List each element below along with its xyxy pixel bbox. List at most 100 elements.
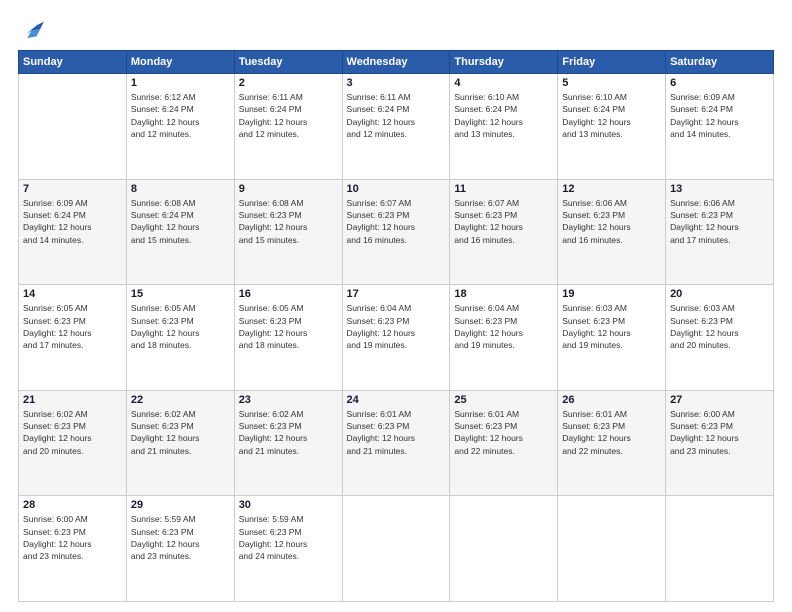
day-number: 13 xyxy=(670,183,769,195)
day-info: Sunrise: 6:04 AMSunset: 6:23 PMDaylight:… xyxy=(347,302,446,351)
day-info: Sunrise: 6:07 AMSunset: 6:23 PMDaylight:… xyxy=(347,197,446,246)
day-info: Sunrise: 6:10 AMSunset: 6:24 PMDaylight:… xyxy=(562,91,661,140)
day-number: 2 xyxy=(239,77,338,89)
weekday-header-tuesday: Tuesday xyxy=(234,51,342,74)
page: SundayMondayTuesdayWednesdayThursdayFrid… xyxy=(0,0,792,612)
day-info: Sunrise: 6:03 AMSunset: 6:23 PMDaylight:… xyxy=(670,302,769,351)
weekday-header-sunday: Sunday xyxy=(19,51,127,74)
day-info: Sunrise: 6:03 AMSunset: 6:23 PMDaylight:… xyxy=(562,302,661,351)
day-number: 17 xyxy=(347,288,446,300)
calendar-cell: 12Sunrise: 6:06 AMSunset: 6:23 PMDayligh… xyxy=(558,179,666,285)
day-info: Sunrise: 6:01 AMSunset: 6:23 PMDaylight:… xyxy=(562,408,661,457)
day-info: Sunrise: 6:09 AMSunset: 6:24 PMDaylight:… xyxy=(23,197,122,246)
day-info: Sunrise: 6:10 AMSunset: 6:24 PMDaylight:… xyxy=(454,91,553,140)
calendar-cell: 13 Sunrise: 6:06 AMSunset: 6:23 PMDayligh… xyxy=(666,179,774,285)
calendar-cell: 28Sunrise: 6:00 AMSunset: 6:23 PMDayligh… xyxy=(19,496,127,602)
calendar-cell xyxy=(666,496,774,602)
day-number: 1 xyxy=(131,77,230,89)
day-info: Sunrise: 6:00 AMSunset: 6:23 PMDaylight:… xyxy=(670,408,769,457)
calendar-table: SundayMondayTuesdayWednesdayThursdayFrid… xyxy=(18,50,774,602)
calendar-cell: 7 Sunrise: 6:09 AMSunset: 6:24 PMDaylight… xyxy=(19,179,127,285)
day-number: 29 xyxy=(131,499,230,511)
day-info: Sunrise: 6:02 AMSunset: 6:23 PMDaylight:… xyxy=(239,408,338,457)
day-number: 10 xyxy=(347,183,446,195)
calendar-cell: 8Sunrise: 6:08 AMSunset: 6:24 PMDaylight… xyxy=(126,179,234,285)
day-info: Sunrise: 6:05 AMSunset: 6:23 PMDaylight:… xyxy=(23,302,122,351)
calendar-cell: 10 Sunrise: 6:07 AMSunset: 6:23 PMDayligh… xyxy=(342,179,450,285)
day-info: Sunrise: 6:00 AMSunset: 6:23 PMDaylight:… xyxy=(23,513,122,562)
calendar-cell: 9Sunrise: 6:08 AMSunset: 6:23 PMDaylight… xyxy=(234,179,342,285)
day-info: Sunrise: 6:12 AMSunset: 6:24 PMDaylight:… xyxy=(131,91,230,140)
day-number: 18 xyxy=(454,288,553,300)
day-number: 5 xyxy=(562,77,661,89)
day-number: 11 xyxy=(454,183,553,195)
calendar-cell xyxy=(19,74,127,180)
day-info: Sunrise: 6:05 AMSunset: 6:23 PMDaylight:… xyxy=(131,302,230,351)
calendar-cell: 21Sunrise: 6:02 AMSunset: 6:23 PMDayligh… xyxy=(19,390,127,496)
day-number: 19 xyxy=(562,288,661,300)
calendar-cell: 15 Sunrise: 6:05 AMSunset: 6:23 PMDayligh… xyxy=(126,285,234,391)
calendar-cell: 3Sunrise: 6:11 AMSunset: 6:24 PMDaylight… xyxy=(342,74,450,180)
calendar-cell: 11 Sunrise: 6:07 AMSunset: 6:23 PMDayligh… xyxy=(450,179,558,285)
calendar-cell: 22 Sunrise: 6:02 AMSunset: 6:23 PMDayligh… xyxy=(126,390,234,496)
day-info: Sunrise: 6:11 AMSunset: 6:24 PMDaylight:… xyxy=(239,91,338,140)
weekday-header-row: SundayMondayTuesdayWednesdayThursdayFrid… xyxy=(19,51,774,74)
calendar-cell: 30 Sunrise: 5:59 AMSunset: 6:23 PMDayligh… xyxy=(234,496,342,602)
weekday-header-wednesday: Wednesday xyxy=(342,51,450,74)
calendar-cell xyxy=(450,496,558,602)
calendar-week-3: 14 Sunrise: 6:05 AMSunset: 6:23 PMDayligh… xyxy=(19,285,774,391)
calendar-week-2: 7 Sunrise: 6:09 AMSunset: 6:24 PMDaylight… xyxy=(19,179,774,285)
calendar-cell: 5 Sunrise: 6:10 AMSunset: 6:24 PMDaylight… xyxy=(558,74,666,180)
day-number: 22 xyxy=(131,394,230,406)
day-number: 25 xyxy=(454,394,553,406)
calendar-cell: 6Sunrise: 6:09 AMSunset: 6:24 PMDaylight… xyxy=(666,74,774,180)
day-number: 20 xyxy=(670,288,769,300)
day-info: Sunrise: 6:01 AMSunset: 6:23 PMDaylight:… xyxy=(454,408,553,457)
day-number: 14 xyxy=(23,288,122,300)
calendar-cell: 19 Sunrise: 6:03 AMSunset: 6:23 PMDayligh… xyxy=(558,285,666,391)
day-info: Sunrise: 6:05 AMSunset: 6:23 PMDaylight:… xyxy=(239,302,338,351)
weekday-header-saturday: Saturday xyxy=(666,51,774,74)
day-info: Sunrise: 6:06 AMSunset: 6:23 PMDaylight:… xyxy=(562,197,661,246)
day-number: 4 xyxy=(454,77,553,89)
calendar-cell: 29 Sunrise: 5:59 AMSunset: 6:23 PMDayligh… xyxy=(126,496,234,602)
weekday-header-monday: Monday xyxy=(126,51,234,74)
day-info: Sunrise: 6:02 AMSunset: 6:23 PMDaylight:… xyxy=(131,408,230,457)
header xyxy=(18,18,774,40)
day-number: 15 xyxy=(131,288,230,300)
calendar-cell: 23 Sunrise: 6:02 AMSunset: 6:23 PMDayligh… xyxy=(234,390,342,496)
day-info: Sunrise: 6:07 AMSunset: 6:23 PMDaylight:… xyxy=(454,197,553,246)
calendar-cell: 4 Sunrise: 6:10 AMSunset: 6:24 PMDaylight… xyxy=(450,74,558,180)
day-info: Sunrise: 6:11 AMSunset: 6:24 PMDaylight:… xyxy=(347,91,446,140)
logo-icon xyxy=(18,18,46,40)
calendar-cell: 27Sunrise: 6:00 AMSunset: 6:23 PMDayligh… xyxy=(666,390,774,496)
day-info: Sunrise: 6:08 AMSunset: 6:23 PMDaylight:… xyxy=(239,197,338,246)
calendar-cell xyxy=(558,496,666,602)
day-info: Sunrise: 5:59 AMSunset: 6:23 PMDaylight:… xyxy=(239,513,338,562)
calendar-cell: 25 Sunrise: 6:01 AMSunset: 6:23 PMDayligh… xyxy=(450,390,558,496)
day-info: Sunrise: 6:08 AMSunset: 6:24 PMDaylight:… xyxy=(131,197,230,246)
day-number: 23 xyxy=(239,394,338,406)
weekday-header-friday: Friday xyxy=(558,51,666,74)
day-number: 24 xyxy=(347,394,446,406)
calendar-cell: 14 Sunrise: 6:05 AMSunset: 6:23 PMDayligh… xyxy=(19,285,127,391)
day-number: 7 xyxy=(23,183,122,195)
calendar-cell: 20 Sunrise: 6:03 AMSunset: 6:23 PMDayligh… xyxy=(666,285,774,391)
calendar-week-1: 1 Sunrise: 6:12 AMSunset: 6:24 PMDaylight… xyxy=(19,74,774,180)
calendar-cell: 16 Sunrise: 6:05 AMSunset: 6:23 PMDayligh… xyxy=(234,285,342,391)
calendar-cell: 17 Sunrise: 6:04 AMSunset: 6:23 PMDayligh… xyxy=(342,285,450,391)
weekday-header-thursday: Thursday xyxy=(450,51,558,74)
day-number: 30 xyxy=(239,499,338,511)
logo xyxy=(18,18,50,40)
calendar-week-5: 28Sunrise: 6:00 AMSunset: 6:23 PMDayligh… xyxy=(19,496,774,602)
calendar-cell xyxy=(342,496,450,602)
calendar-week-4: 21 Sunrise: 6:02 AMSunset: 6:23 PMDayligh… xyxy=(19,390,774,496)
day-number: 21 xyxy=(23,394,122,406)
day-number: 6 xyxy=(670,77,769,89)
day-number: 16 xyxy=(239,288,338,300)
day-info: Sunrise: 6:04 AMSunset: 6:23 PMDaylight:… xyxy=(454,302,553,351)
calendar-cell: 2 Sunrise: 6:11 AMSunset: 6:24 PMDaylight… xyxy=(234,74,342,180)
day-info: Sunrise: 6:06 AMSunset: 6:23 PMDaylight:… xyxy=(670,197,769,246)
day-info: Sunrise: 5:59 AMSunset: 6:23 PMDaylight:… xyxy=(131,513,230,562)
day-info: Sunrise: 6:01 AMSunset: 6:23 PMDaylight:… xyxy=(347,408,446,457)
